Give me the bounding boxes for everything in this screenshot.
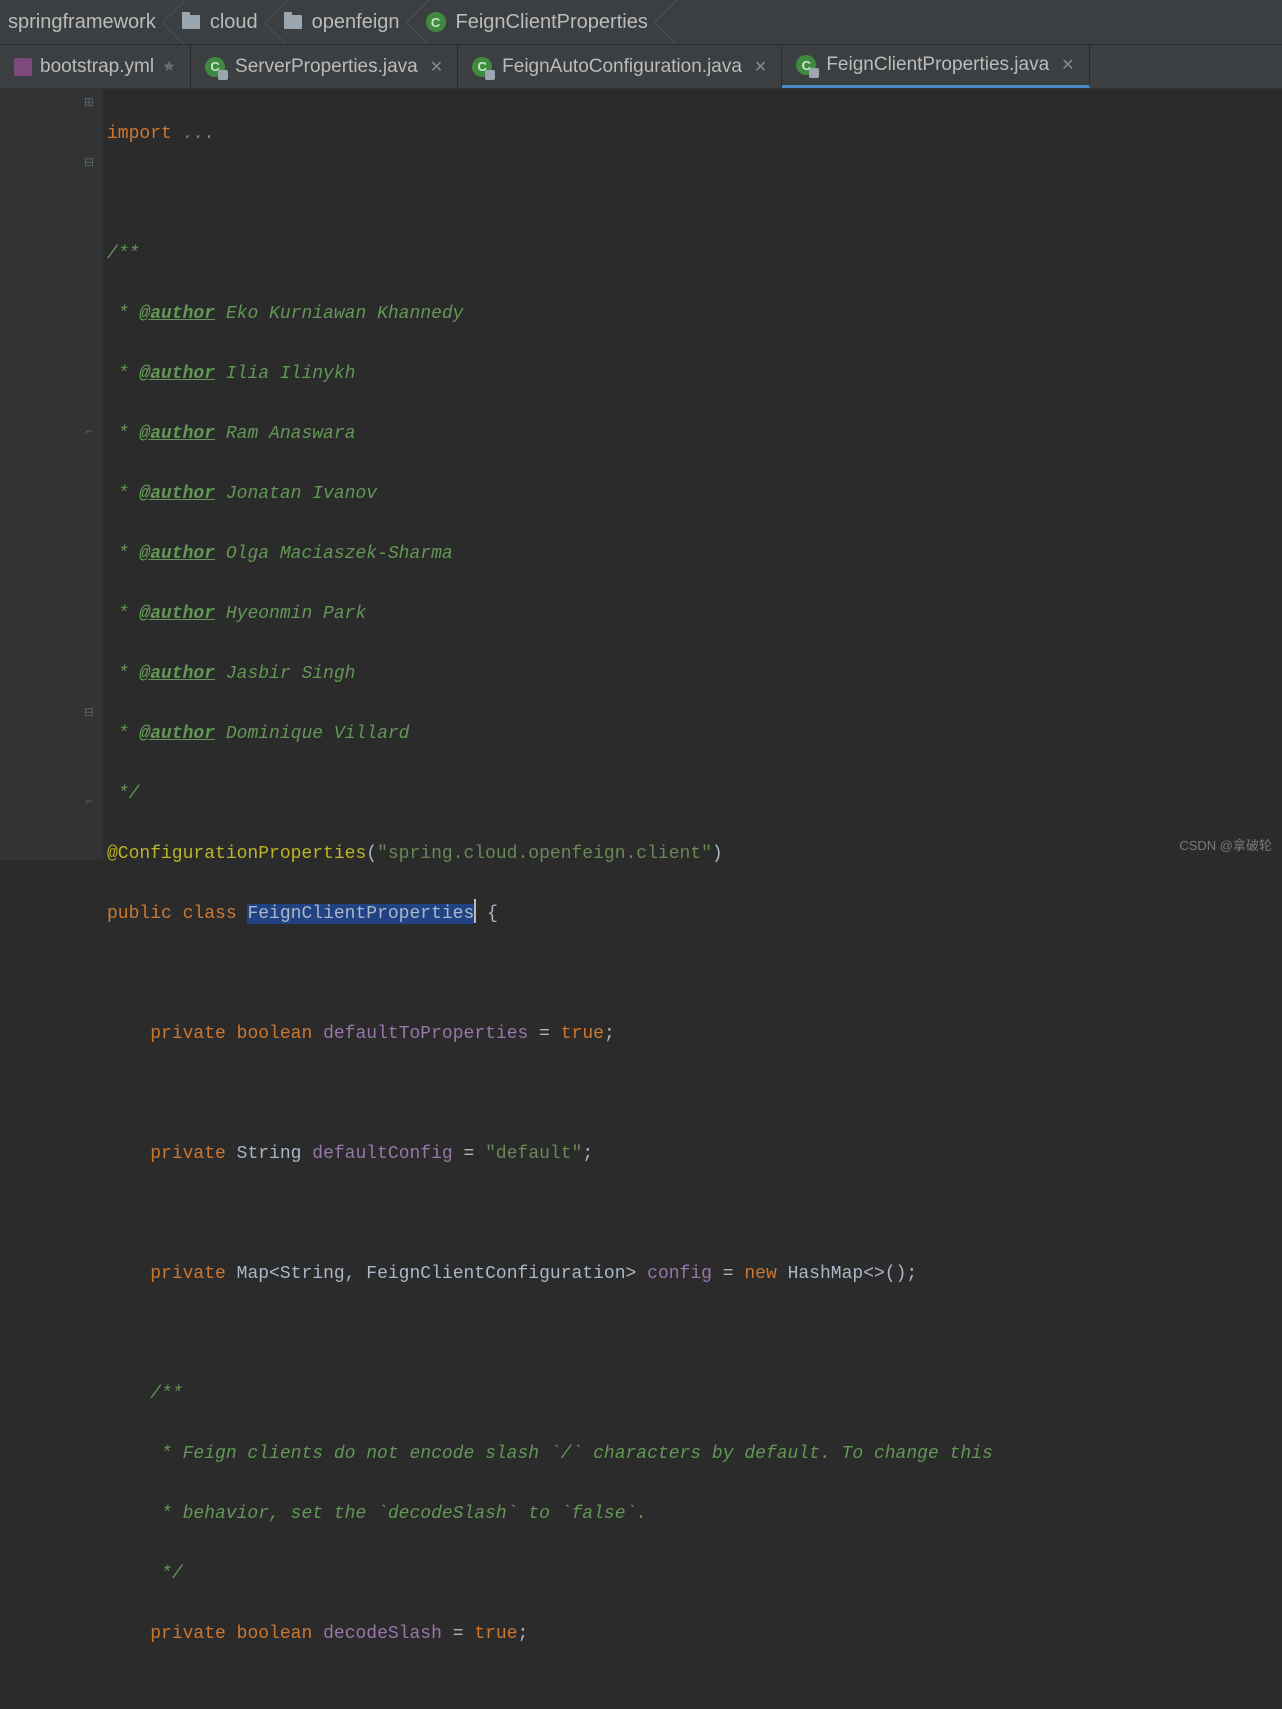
type-string: String — [237, 1144, 302, 1164]
lock-icon — [809, 68, 819, 78]
tab-bootstrap-yml[interactable]: bootstrap.yml — [0, 45, 191, 88]
expand-icon[interactable]: ⊞ — [82, 95, 96, 109]
keyword-private: private — [150, 1144, 226, 1164]
keyword-import: import — [107, 124, 172, 144]
javadoc-line: * @author Jonatan Ivanov — [107, 484, 377, 504]
type-boolean: boolean — [237, 1624, 313, 1644]
literal-true: true — [561, 1024, 604, 1044]
pin-icon — [162, 60, 176, 74]
field-decodeSlash: decodeSlash — [323, 1624, 442, 1644]
keyword-public: public — [107, 904, 172, 924]
string-default: "default" — [485, 1144, 582, 1164]
tab-serverproperties[interactable]: C ServerProperties.java ✕ — [191, 45, 458, 88]
tab-label: FeignAutoConfiguration.java — [502, 56, 742, 78]
javadoc-close: */ — [107, 784, 139, 804]
tab-feignautoconfiguration[interactable]: C FeignAutoConfiguration.java ✕ — [458, 45, 782, 88]
folder-icon — [284, 15, 302, 29]
javadoc-line: * @author Ilia Ilinykh — [107, 364, 355, 384]
class-icon: C — [472, 57, 492, 77]
field-config: config — [647, 1264, 712, 1284]
javadoc-open: /** — [150, 1384, 182, 1404]
class-icon: C — [426, 12, 446, 32]
literal-true: true — [474, 1624, 517, 1644]
javadoc-line: * @author Eko Kurniawan Khannedy — [107, 304, 463, 324]
class-icon: C — [796, 55, 816, 75]
keyword-private: private — [150, 1624, 226, 1644]
lock-icon — [485, 70, 495, 80]
keyword-private: private — [150, 1024, 226, 1044]
editor[interactable]: ⊞ ⊟ ⌐ ⊟ ⌐ import ... /** * @author Eko K… — [0, 89, 1282, 860]
close-icon[interactable]: ✕ — [430, 57, 443, 77]
collapse-end-icon[interactable]: ⌐ — [82, 795, 96, 809]
collapse-end-icon[interactable]: ⌐ — [82, 425, 96, 439]
lock-icon — [218, 70, 228, 80]
breadcrumb-label: openfeign — [312, 11, 400, 34]
yml-icon — [14, 58, 32, 76]
breadcrumb-label: FeignClientProperties — [456, 11, 648, 34]
javadoc-open: /** — [107, 244, 139, 264]
keyword-class: class — [183, 904, 237, 924]
javadoc-line: * @author Dominique Villard — [107, 724, 409, 744]
javadoc-close: */ — [150, 1564, 182, 1584]
type-boolean: boolean — [237, 1024, 313, 1044]
javadoc-line: * @author Olga Maciaszek-Sharma — [107, 544, 453, 564]
ctor-hashmap: HashMap<>() — [788, 1264, 907, 1284]
breadcrumb-feignclientproperties[interactable]: C FeignClientProperties — [418, 0, 666, 44]
tab-label: bootstrap.yml — [40, 56, 154, 78]
annotation: @ConfigurationProperties — [107, 844, 366, 864]
keyword-private: private — [150, 1264, 226, 1284]
close-icon[interactable]: ✕ — [1061, 55, 1074, 75]
class-icon: C — [205, 57, 225, 77]
breadcrumb-label: springframework — [8, 11, 156, 34]
code-area[interactable]: import ... /** * @author Eko Kurniawan K… — [103, 89, 997, 860]
breadcrumb-springframework[interactable]: springframework — [0, 0, 174, 44]
javadoc-line: * @author Ram Anaswara — [107, 424, 355, 444]
field-defaultToProperties: defaultToProperties — [323, 1024, 528, 1044]
type-map: Map<String, FeignClientConfiguration> — [237, 1264, 637, 1284]
javadoc-line: * @author Jasbir Singh — [107, 664, 355, 684]
breadcrumb-bar: springframework cloud openfeign C FeignC… — [0, 0, 1282, 45]
collapse-icon[interactable]: ⊟ — [82, 705, 96, 719]
tab-label: ServerProperties.java — [235, 56, 418, 78]
gutter[interactable]: ⊞ ⊟ ⌐ ⊟ ⌐ — [0, 89, 103, 860]
import-ellipsis: ... — [183, 124, 215, 144]
folder-icon — [182, 15, 200, 29]
caret — [474, 899, 476, 923]
breadcrumb-cloud[interactable]: cloud — [174, 0, 276, 44]
annotation-arg: "spring.cloud.openfeign.client" — [377, 844, 712, 864]
breadcrumb-label: cloud — [210, 11, 258, 34]
class-name-selected: FeignClientProperties — [247, 904, 474, 924]
keyword-new: new — [744, 1264, 776, 1284]
breadcrumb-openfeign[interactable]: openfeign — [276, 0, 418, 44]
watermark: CSDN @拿破轮 — [1179, 835, 1272, 854]
javadoc-line: * @author Hyeonmin Park — [107, 604, 366, 624]
editor-tabs: bootstrap.yml C ServerProperties.java ✕ … — [0, 45, 1282, 89]
close-icon[interactable]: ✕ — [754, 57, 767, 77]
javadoc-line: * Feign clients do not encode slash `/` … — [150, 1444, 993, 1464]
field-defaultConfig: defaultConfig — [312, 1144, 452, 1164]
tab-label: FeignClientProperties.java — [826, 54, 1049, 76]
tab-feignclientproperties[interactable]: C FeignClientProperties.java ✕ — [782, 45, 1089, 88]
collapse-icon[interactable]: ⊟ — [82, 155, 96, 169]
javadoc-line: * behavior, set the `decodeSlash` to `fa… — [150, 1504, 647, 1524]
